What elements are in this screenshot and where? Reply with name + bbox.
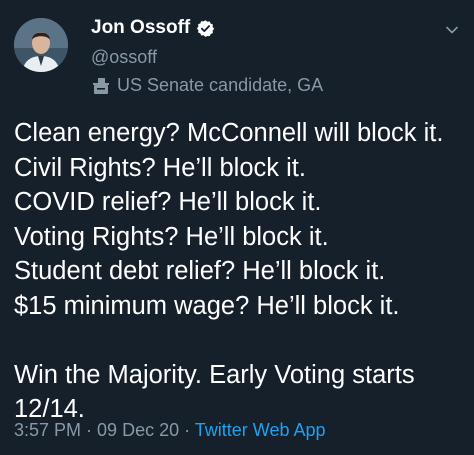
tweet-meta: 3:57 PM · 09 Dec 20 · Twitter Web App [14, 420, 326, 441]
ballot-box-icon [91, 76, 111, 96]
account-label-text: US Senate candidate, GA [117, 75, 324, 95]
avatar[interactable] [14, 18, 68, 72]
tweet-card: Jon Ossoff @ossoff US Senate candidate, … [0, 0, 474, 455]
paragraph-break [14, 323, 464, 358]
display-name-row: Jon Ossoff [91, 17, 215, 39]
tweet-time[interactable]: 3:57 PM [14, 420, 81, 440]
tweet-text: Clean energy? McConnell will block it. C… [14, 116, 464, 427]
display-name[interactable]: Jon Ossoff [91, 17, 190, 39]
tweet-line: Student debt relief? He’ll block it. [14, 257, 386, 285]
user-handle[interactable]: @ossoff [91, 47, 157, 68]
tweet-source-link[interactable]: Twitter Web App [195, 420, 326, 440]
meta-separator: · [81, 420, 98, 440]
tweet-line: Civil Rights? He’ll block it. [14, 153, 306, 182]
chevron-down-icon[interactable] [444, 22, 460, 38]
tweet-line: Clean energy? McConnell will block it. [14, 119, 444, 147]
verified-badge-icon [196, 19, 215, 38]
tweet-date[interactable]: 09 Dec 20 [97, 420, 179, 440]
tweet-line: $15 minimum wage? He’ll block it. [14, 291, 400, 320]
account-label: US Senate candidate, GA [91, 75, 323, 96]
tweet-line: COVID relief? He’ll block it. [14, 188, 322, 216]
tweet-line: Voting Rights? He’ll block it. [14, 222, 329, 251]
tweet-line: Win the Majority. Early Voting starts [14, 360, 415, 389]
meta-separator: · [179, 420, 195, 440]
